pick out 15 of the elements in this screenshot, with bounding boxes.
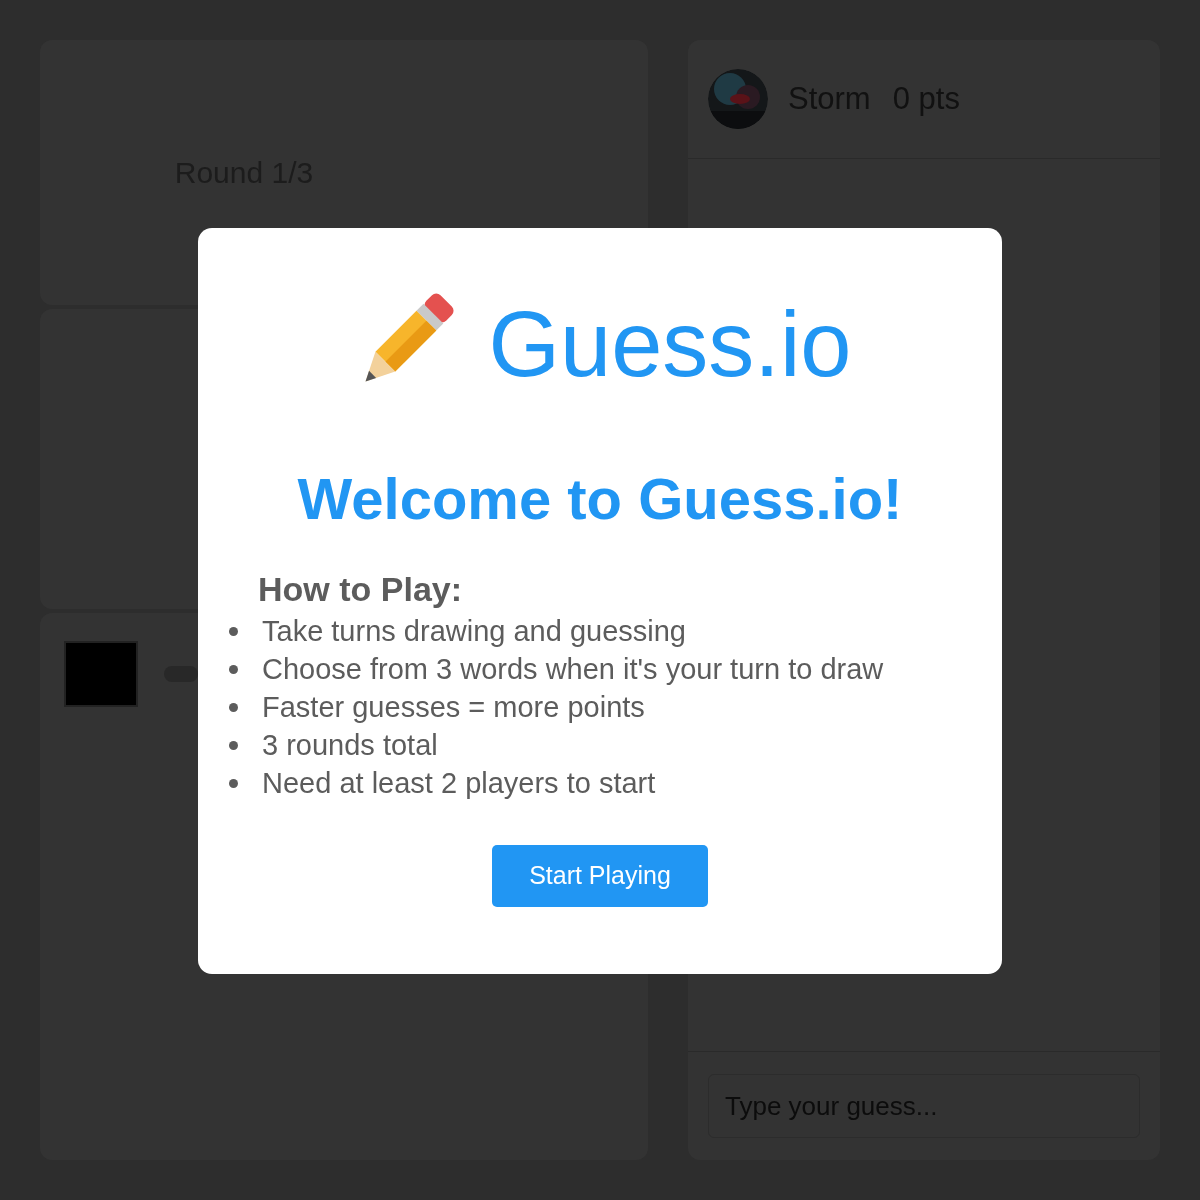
bullet-icon: [229, 665, 238, 675]
bullet-icon: [229, 703, 238, 713]
start-playing-button[interactable]: Start Playing: [492, 844, 708, 907]
welcome-heading: Welcome to Guess.io!: [297, 465, 903, 533]
instruction-text: 3 rounds total: [262, 729, 438, 763]
color-swatch[interactable]: [64, 641, 138, 707]
instruction-text: Need at least 2 players to start: [262, 767, 656, 801]
instruction-text: Take turns drawing and guessing: [262, 615, 686, 649]
logo-text: Guess.io: [488, 291, 852, 397]
instruction-text: Faster guesses = more points: [262, 691, 645, 725]
bullet-icon: [229, 627, 238, 637]
bullet-icon: [229, 741, 238, 751]
instructions-title: How to Play:: [258, 569, 464, 609]
bullet-icon: [229, 779, 238, 789]
instruction-text: Choose from 3 words when it's your turn to draw: [262, 653, 884, 687]
